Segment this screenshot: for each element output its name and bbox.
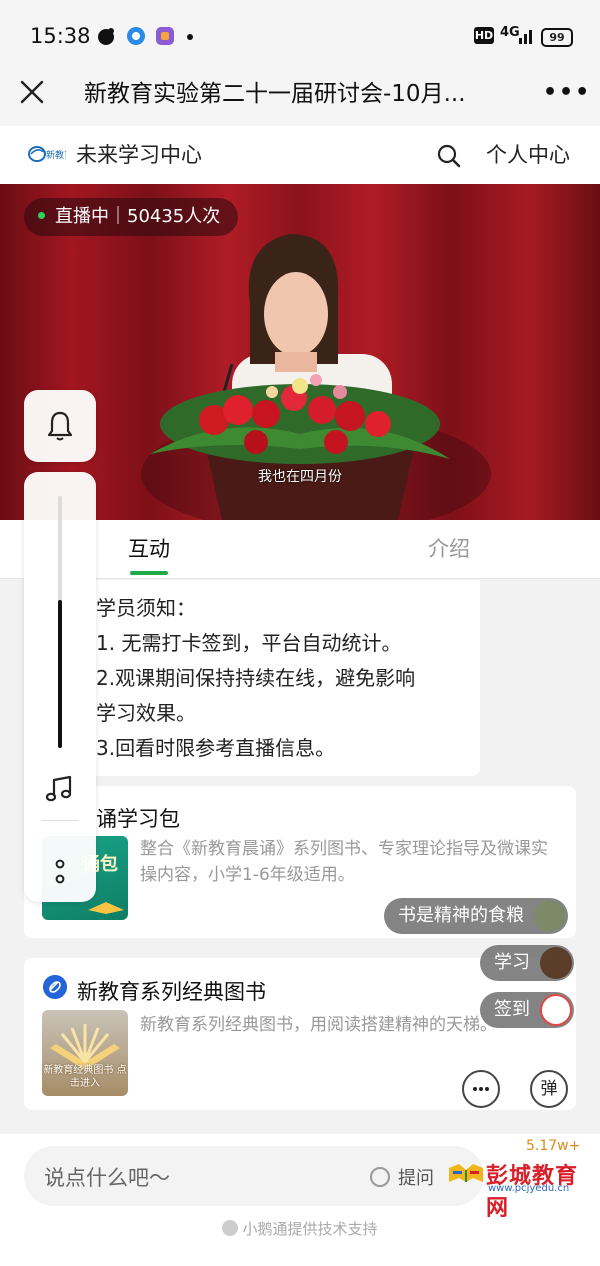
tab-introduction[interactable]: 介绍: [428, 533, 470, 563]
search-icon[interactable]: [436, 143, 462, 169]
chat-button[interactable]: [462, 1070, 500, 1108]
more-notifications-dot-icon: [187, 34, 193, 40]
notice-line: 1. 无需打卡签到，平台自动统计。: [96, 631, 402, 655]
danmaku-bubble: 学习: [480, 945, 574, 981]
hd-icon: HD: [474, 27, 494, 44]
bell-icon: [47, 411, 73, 441]
danmaku-bubble: 书是精神的食粮: [384, 898, 568, 934]
course-title: 新教育系列经典图书: [77, 980, 266, 1004]
user-avatar: [534, 900, 566, 932]
page-title: 新教育实验第二十一届研讨会-10月...: [84, 81, 466, 107]
network-label: 4G: [500, 25, 520, 40]
book-graphic: [88, 902, 124, 914]
tab-interaction[interactable]: 互动: [128, 533, 170, 563]
notice-line: 3.回看时限参考直播信息。: [96, 736, 336, 760]
personal-center-link[interactable]: 个人中心: [486, 139, 570, 169]
watermark-url: www.pcjyedu.cn: [488, 1183, 570, 1194]
danmaku-text: 签到: [494, 999, 530, 1020]
app-notification-icon: [98, 28, 114, 45]
tech-support-footer: 小鹅通提供技术支持: [0, 1218, 600, 1239]
chat-bubble-icon: [473, 1087, 489, 1091]
danmaku-bubble: 签到: [480, 992, 574, 1028]
link-icon: [43, 975, 67, 999]
user-avatar: [540, 947, 572, 979]
comment-placeholder: 说点什么吧～: [44, 1166, 170, 1190]
more-options-button[interactable]: •••: [543, 80, 591, 105]
volume-slider-fill: [58, 600, 62, 748]
danmaku-toggle-button[interactable]: 弹: [530, 1070, 568, 1108]
new-education-logo: 新教育: [28, 146, 66, 162]
site-name[interactable]: 未来学习中心: [76, 139, 202, 169]
thumbnail-text: 新教育经典图书 点击进入: [43, 1065, 127, 1089]
status-time: 15:38: [30, 24, 91, 48]
music-icon[interactable]: [44, 774, 74, 804]
logo-text: 新教育: [46, 149, 66, 161]
reminder-button[interactable]: [24, 390, 96, 462]
ask-question-label[interactable]: 提问: [398, 1164, 434, 1190]
notice-line: 2.观课期间保持持续在线，避免影响: [96, 666, 416, 690]
speaker-face: [264, 272, 328, 356]
user-avatar: [540, 994, 572, 1026]
app-circle-icon: [127, 27, 145, 45]
course-thumbnail[interactable]: 新教育经典图书 点击进入: [42, 1010, 128, 1096]
active-tab-indicator: [130, 571, 168, 575]
notice-line: 学习效果。: [96, 701, 196, 725]
close-icon[interactable]: [18, 78, 46, 106]
live-dot-icon: [38, 211, 45, 219]
watermark-book-icon: [449, 1164, 483, 1182]
like-count: 5.17w+: [526, 1138, 581, 1154]
course-title: 诵学习包: [96, 807, 180, 831]
danmaku-text: 书是精神的食粮: [398, 905, 524, 926]
live-status-badge: 直播中｜50435人次: [24, 198, 239, 236]
more-vertical-icon[interactable]: [52, 858, 68, 886]
video-subtitle: 我也在四月份: [258, 469, 342, 485]
signal-icon: [519, 30, 532, 44]
xiaoetong-logo-icon: [222, 1219, 239, 1236]
battery-indicator: 99: [541, 28, 573, 47]
course-description: 整合《新教育晨诵》系列图书、专家理论指导及微课实操内容，小学1-6年级适用。: [140, 839, 548, 885]
app-colorful-icon: [156, 27, 174, 45]
ask-question-radio[interactable]: [370, 1167, 390, 1187]
notice-title: 学员须知：: [96, 596, 196, 620]
live-status-text: 直播中｜50435人次: [55, 206, 221, 227]
tech-support-text: 小鹅通提供技术支持: [242, 1220, 378, 1238]
danmaku-text: 学习: [494, 952, 530, 973]
divider: [42, 820, 78, 821]
